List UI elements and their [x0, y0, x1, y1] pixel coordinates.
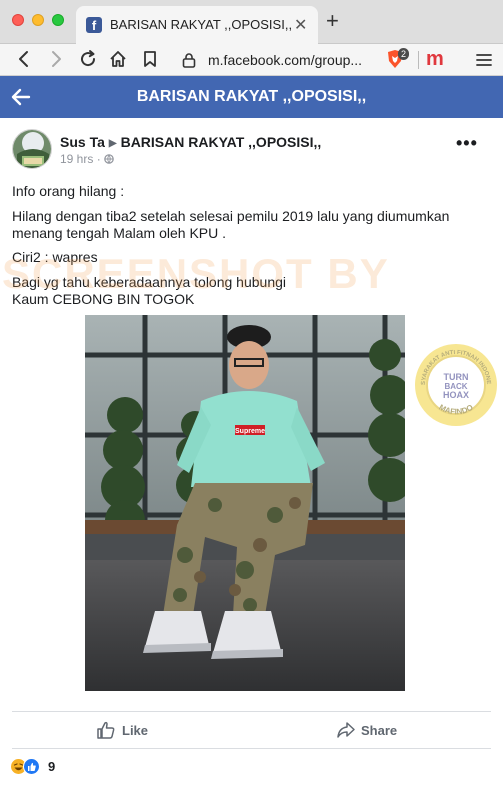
toolbar-separator — [418, 51, 419, 69]
minimize-window-button[interactable] — [32, 14, 44, 26]
privacy-globe-icon — [104, 154, 114, 164]
group-name[interactable]: BARISAN RAKYAT ,,OPOSISI,, — [121, 134, 322, 150]
reload-icon[interactable] — [78, 49, 98, 69]
forward-icon[interactable] — [46, 49, 66, 69]
more-options-icon[interactable]: ••• — [456, 134, 478, 152]
share-label: Share — [361, 723, 398, 738]
maximize-window-button[interactable] — [52, 14, 64, 26]
shield-count-badge: 2 — [398, 48, 410, 60]
home-icon[interactable] — [108, 49, 128, 69]
browser-tab[interactable]: f BARISAN RAKYAT ,,OPOSISI,, ✕ — [76, 6, 318, 44]
svg-text:TURN: TURN — [444, 372, 469, 382]
tab-close-icon[interactable]: ✕ — [294, 15, 307, 35]
separator-dot: · — [96, 152, 105, 166]
post-line-1: Info orang hilang : — [12, 183, 125, 199]
post-author-line: Sus Ta ▶ BARISAN RAKYAT ,,OPOSISI,, — [60, 134, 321, 150]
close-window-button[interactable] — [12, 14, 24, 26]
reaction-count: 9 — [48, 759, 56, 774]
post: Sus Ta ▶ BARISAN RAKYAT ,,OPOSISI,, 19 hrs… — [0, 118, 503, 785]
share-button[interactable]: Share — [336, 720, 406, 742]
post-photo[interactable]: Supreme — [85, 315, 405, 691]
browser-toolbar: m.facebook.com/group... 2 m — [0, 44, 503, 76]
url-text: m.facebook.com/group... — [208, 52, 363, 68]
facebook-favicon-icon: f — [86, 17, 102, 33]
like-label: Like — [122, 723, 149, 738]
lock-icon — [182, 53, 196, 68]
address-bar[interactable]: m.facebook.com/group... — [176, 47, 376, 73]
arrow-right-icon: ▶ — [108, 138, 117, 149]
like-reaction-icon — [23, 758, 40, 775]
svg-text:HOAX: HOAX — [443, 390, 469, 400]
group-title: BARISAN RAKYAT ,,OPOSISI,, — [136, 88, 367, 105]
back-icon[interactable] — [14, 49, 34, 69]
extension-m-icon[interactable]: m — [426, 46, 444, 72]
screenshot-watermark: SCREENSHOT BY — [2, 250, 390, 297]
share-arrow-icon — [337, 722, 355, 738]
supreme-box-logo: Supreme — [235, 428, 265, 435]
fb-header: BARISAN RAKYAT ,,OPOSISI,, — [0, 76, 503, 118]
new-tab-button[interactable]: + — [326, 10, 339, 32]
post-meta: 19 hrs · — [60, 152, 114, 166]
post-line-3: menang tengah Malam oleh KPU . — [12, 225, 227, 241]
brave-shield-icon[interactable]: 2 — [386, 48, 412, 71]
avatar[interactable] — [12, 129, 52, 169]
post-time[interactable]: 19 hrs — [60, 152, 93, 166]
thumbs-up-icon — [97, 721, 115, 739]
author-name[interactable]: Sus Ta — [60, 134, 105, 150]
action-divider — [12, 711, 491, 712]
menu-icon[interactable] — [476, 52, 492, 68]
like-button[interactable]: Like — [96, 720, 156, 742]
tab-title: BARISAN RAKYAT ,,OPOSISI,, — [110, 17, 293, 32]
post-line-2: Hilang dengan tiba2 setelah selesai pemi… — [12, 208, 450, 224]
turnbackhoax-seal-watermark: MASYARAKAT ANTI FITNAH INDONESIA MAFINDO… — [413, 342, 497, 426]
bookmark-icon[interactable] — [140, 49, 160, 69]
browser-tab-bar: f BARISAN RAKYAT ,,OPOSISI,, ✕ + — [0, 0, 503, 44]
reaction-divider — [12, 748, 491, 749]
